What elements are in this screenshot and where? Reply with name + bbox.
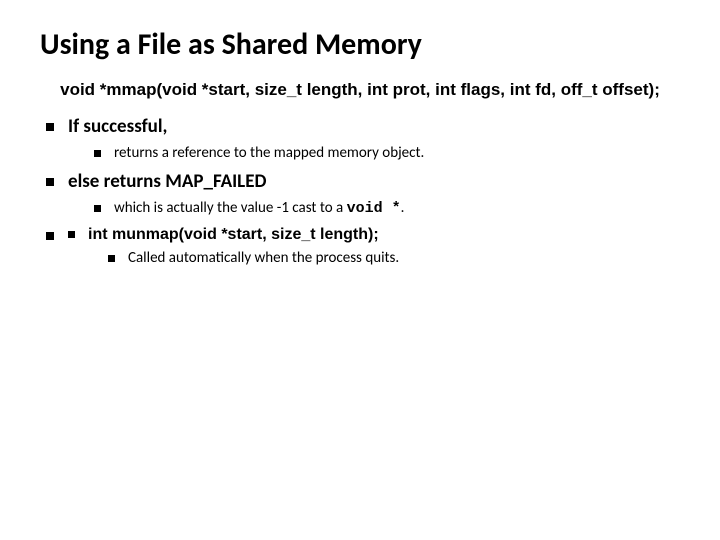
subbullet-called-automatically: Called automatically when the process qu…	[108, 249, 680, 269]
bullet-else-map-failed: else returns MAP_FAILED which is actuall…	[46, 169, 680, 218]
mmap-prototype: void *mmap(void *start, size_t length, i…	[40, 79, 680, 100]
bullet-text: else returns MAP_FAILED	[68, 170, 266, 193]
slide: Using a File as Shared Memory void *mmap…	[0, 0, 720, 540]
subbullet-text: returns a reference to the mapped memory…	[114, 144, 424, 162]
munmap-text: int munmap(void *start, size_t length);	[88, 226, 379, 243]
munmap-prototype: int munmap(void *start, size_t length); …	[68, 225, 680, 269]
subbullet-value-neg1: which is actually the value -1 cast to a…	[94, 199, 680, 219]
subbullet-text-post: .	[401, 199, 405, 217]
subbullet-text: Called automatically when the process qu…	[128, 249, 399, 267]
slide-title: Using a File as Shared Memory	[40, 28, 680, 61]
bullet-if-successful: If successful, returns a reference to th…	[46, 114, 680, 163]
bullet-list: If successful, returns a reference to th…	[46, 114, 680, 269]
code-void-star: void *	[347, 200, 401, 217]
subbullet-text-pre: which is actually the value -1 cast to a	[114, 199, 347, 217]
subbullet-returns-reference: returns a reference to the mapped memory…	[94, 144, 680, 164]
bullet-text: If successful,	[68, 115, 167, 138]
bullet-munmap: int munmap(void *start, size_t length); …	[46, 225, 680, 269]
